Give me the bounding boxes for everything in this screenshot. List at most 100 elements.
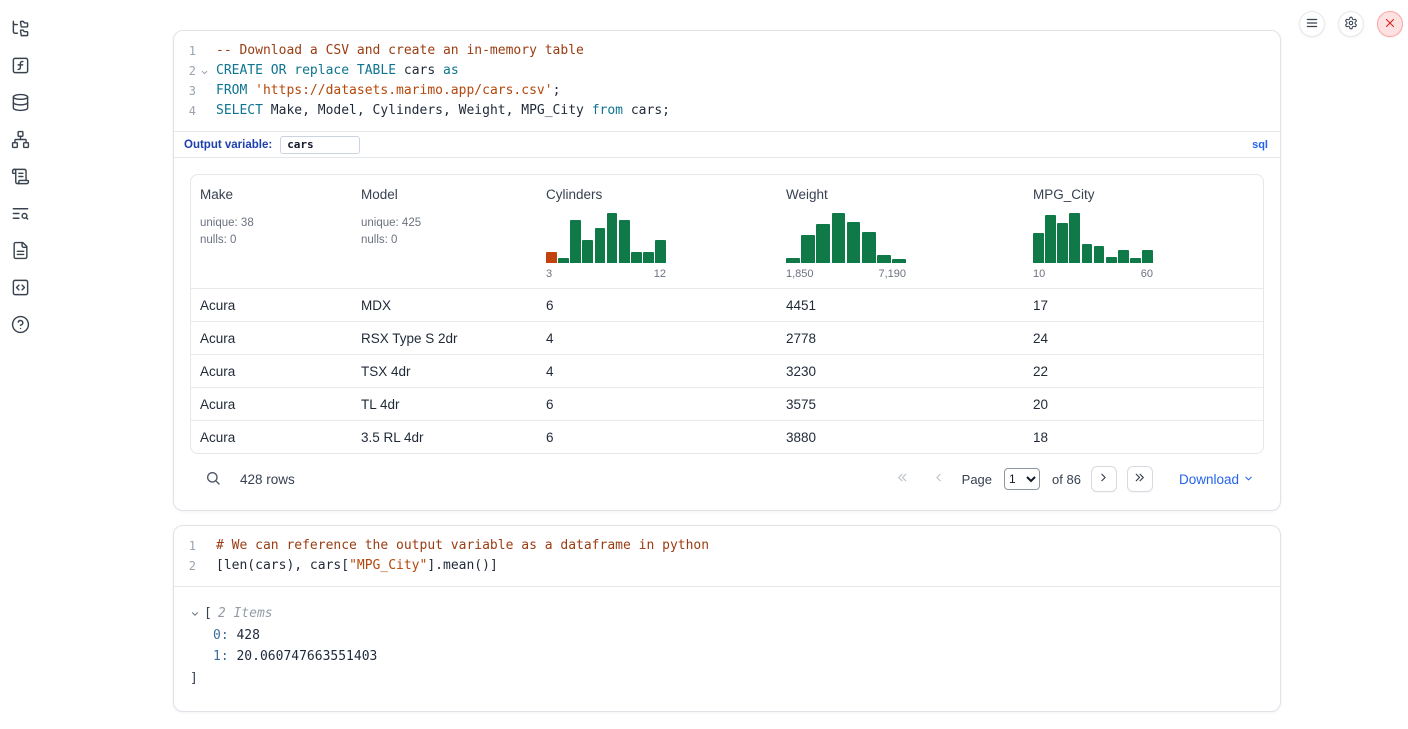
histogram-bar [1045, 215, 1056, 263]
download-button[interactable]: Download [1179, 471, 1254, 487]
python-code-editor[interactable]: 1# We can reference the output variable … [174, 526, 1280, 586]
histogram-bar [582, 240, 593, 263]
code-line[interactable]: 2CREATE OR replace TABLE cars as [174, 61, 1280, 81]
code-line[interactable]: 2[len(cars), cars["MPG_City"].mean()] [174, 556, 1280, 576]
code-line[interactable]: 1# We can reference the output variable … [174, 536, 1280, 556]
histogram-range: 1,8507,190 [786, 268, 906, 280]
table-footer: 428 rows Page 1 of 86 Download [190, 456, 1264, 502]
gutter-spacer [196, 81, 212, 101]
sidebar-file-explorer-button[interactable] [10, 20, 30, 40]
sidebar-table-of-contents-button[interactable] [10, 205, 30, 225]
tree-entry: 0: 428 [190, 625, 1264, 647]
table-cell: RSX Type S 2dr [352, 331, 537, 346]
column-histogram[interactable] [1033, 211, 1153, 263]
code-line[interactable]: 1-- Download a CSV and create an in-memo… [174, 41, 1280, 61]
table-cell: 4 [537, 364, 777, 379]
table-cell: Acura [191, 331, 352, 346]
column-label: Weight [786, 187, 1016, 202]
close-button[interactable] [1377, 11, 1403, 37]
table-cell: MDX [352, 298, 537, 313]
line-number: 3 [174, 81, 196, 101]
next-page-button[interactable] [1091, 466, 1117, 492]
table-cell: Acura [191, 364, 352, 379]
column-label: Cylinders [546, 187, 769, 202]
collapse-chevron-icon[interactable] [190, 609, 200, 619]
column-label: Make [200, 187, 344, 202]
histogram-bar [546, 252, 557, 263]
table-row[interactable]: AcuraRSX Type S 2dr4277824 [191, 321, 1263, 354]
sidebar-logs-button[interactable] [10, 168, 30, 188]
data-table: Makeunique: 38nulls: 0Modelunique: 425nu… [190, 174, 1264, 454]
page-label: Page [962, 472, 992, 487]
table-cell: TL 4dr [352, 397, 537, 412]
histogram-bar [1130, 258, 1141, 263]
tree-entry-value: 428 [236, 628, 259, 643]
menu-button[interactable] [1299, 11, 1325, 37]
histogram-bar [877, 255, 891, 263]
language-badge: sql [1252, 139, 1268, 151]
sidebar-variables-button[interactable] [10, 57, 30, 77]
column-histogram[interactable] [786, 211, 906, 263]
histogram-bar [631, 252, 642, 263]
sidebar-dependency-graph-button[interactable] [10, 131, 30, 151]
column-header[interactable]: Weight 1,8507,190 [777, 175, 1024, 288]
output-variable-input[interactable] [280, 136, 360, 154]
prev-page-button[interactable] [926, 466, 952, 492]
table-row[interactable]: AcuraTL 4dr6357520 [191, 387, 1263, 420]
code-text: [len(cars), cars["MPG_City"].mean()] [212, 556, 498, 576]
output-variable-bar: Output variable: sql [174, 131, 1280, 157]
histogram-bar [1094, 246, 1105, 263]
histogram-bar [1106, 257, 1117, 263]
column-header[interactable]: Makeunique: 38nulls: 0 [191, 175, 352, 288]
code-text: FROM 'https://datasets.marimo.app/cars.c… [212, 81, 560, 101]
gutter-spacer [196, 41, 212, 61]
column-stat: unique: 425 [361, 215, 529, 232]
sidebar-documentation-button[interactable] [10, 242, 30, 262]
tree-entry-value: 20.060747663551403 [236, 649, 377, 664]
open-bracket: [ [204, 603, 212, 625]
fold-chevron-icon[interactable] [196, 61, 212, 81]
histogram-bar [1142, 250, 1153, 263]
code-line[interactable]: 3 FROM 'https://datasets.marimo.app/cars.… [174, 81, 1280, 101]
gutter-spacer [196, 556, 212, 576]
table-row[interactable]: Acura3.5 RL 4dr6388018 [191, 420, 1263, 453]
line-number: 1 [174, 41, 196, 61]
sidebar-datasources-button[interactable] [10, 94, 30, 114]
tree-entry-key: 1: [213, 649, 229, 664]
table-row[interactable]: AcuraTSX 4dr4323022 [191, 354, 1263, 387]
histogram-bar [801, 235, 815, 263]
sidebar-snippets-button[interactable] [10, 279, 30, 299]
sidebar-help-button[interactable] [10, 316, 30, 336]
histogram-bar [862, 232, 876, 263]
column-label: MPG_City [1033, 187, 1255, 202]
settings-button[interactable] [1338, 11, 1364, 37]
file-text-icon [11, 241, 30, 263]
table-search-button[interactable] [204, 470, 222, 488]
histogram-bar [1033, 233, 1044, 263]
line-number: 4 [174, 101, 196, 121]
histogram-bar [570, 220, 581, 263]
left-sidebar [10, 20, 30, 336]
column-header[interactable]: Cylinders312 [537, 175, 777, 288]
first-page-button[interactable] [890, 466, 916, 492]
python-cell: 1# We can reference the output variable … [173, 525, 1281, 712]
histogram-bar [655, 240, 666, 263]
tree-root: [ 2 Items [190, 603, 1264, 625]
table-cell: 6 [537, 298, 777, 313]
table-cell: 2778 [777, 331, 1024, 346]
code-line[interactable]: 4SELECT Make, Model, Cylinders, Weight, … [174, 101, 1280, 121]
table-cell: 3880 [777, 430, 1024, 445]
page-select[interactable]: 1 [1004, 468, 1040, 490]
close-icon [1383, 16, 1397, 33]
column-header[interactable]: MPG_City1060 [1024, 175, 1263, 288]
last-page-button[interactable] [1127, 466, 1153, 492]
column-stats: unique: 425nulls: 0 [361, 215, 529, 249]
code-square-icon [11, 278, 30, 300]
column-histogram[interactable] [546, 211, 666, 263]
table-row[interactable]: AcuraMDX6445117 [191, 288, 1263, 321]
histogram-max-label: 60 [1141, 268, 1153, 280]
column-header[interactable]: Modelunique: 425nulls: 0 [352, 175, 537, 288]
sql-code-editor[interactable]: 1-- Download a CSV and create an in-memo… [174, 31, 1280, 131]
table-cell: 3230 [777, 364, 1024, 379]
chevrons-left-icon [896, 471, 909, 487]
